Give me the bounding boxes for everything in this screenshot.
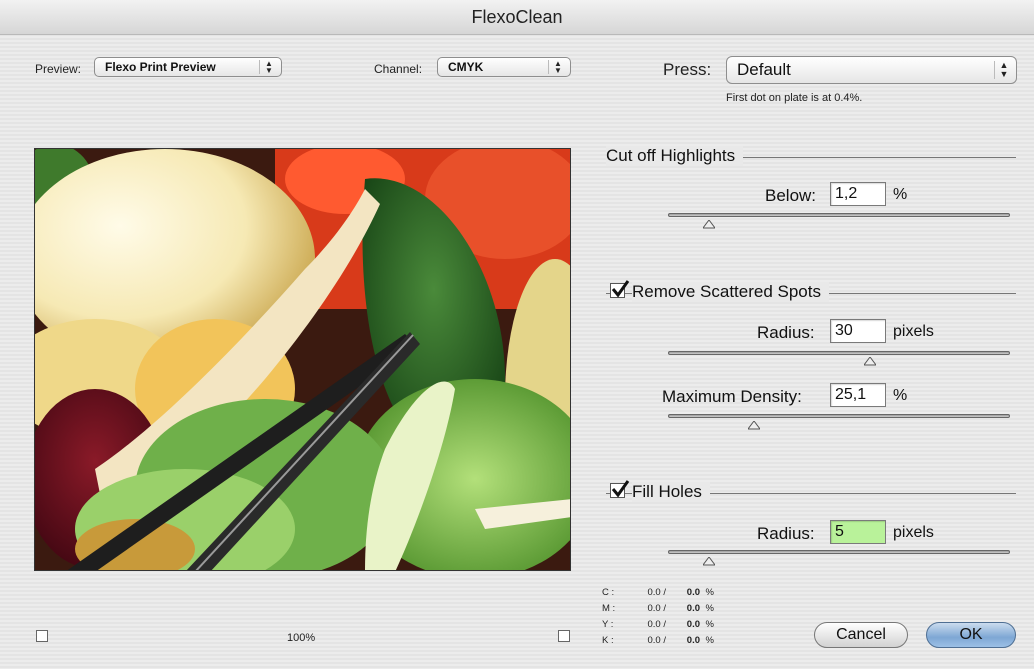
- cancel-button[interactable]: Cancel: [814, 622, 908, 648]
- window-titlebar: FlexoClean: [0, 0, 1034, 35]
- readout-channel: Y :: [602, 619, 614, 630]
- scattered-radius-unit: pixels: [893, 323, 934, 340]
- scattered-density-slider-track[interactable]: [668, 414, 1010, 418]
- scattered-radius-field[interactable]: 30: [830, 319, 886, 343]
- readout-row: M : 0.0 / 0.0%: [602, 601, 714, 617]
- scattered-radius-label: Radius:: [757, 323, 815, 342]
- readout-value1: 0.0 /: [647, 603, 667, 614]
- readout-value1: 0.0 /: [647, 587, 667, 598]
- up-down-arrows-icon: ▲ ▼: [994, 61, 1013, 79]
- scattered-checkbox[interactable]: [610, 280, 630, 298]
- channel-label: Channel:: [374, 62, 423, 76]
- press-select[interactable]: Default ▲ ▼: [726, 56, 1017, 84]
- press-select-value: Default: [737, 60, 791, 79]
- readout-value1: 0.0 /: [647, 635, 667, 646]
- readout-value2: 0.0: [686, 603, 700, 614]
- channel-select-value: CMYK: [448, 60, 484, 74]
- fillholes-radius-label: Radius:: [757, 524, 815, 543]
- ok-button[interactable]: OK: [926, 622, 1016, 648]
- scattered-heading: Remove Scattered Spots: [632, 282, 829, 302]
- readout-value2: 0.0: [686, 587, 700, 598]
- highlights-below-field[interactable]: 1,2: [830, 182, 886, 206]
- fillholes-slider-track[interactable]: [668, 550, 1010, 554]
- readout-value1: 0.0 /: [647, 619, 667, 630]
- scattered-density-unit: %: [893, 387, 908, 404]
- preview-label: Preview:: [35, 62, 82, 76]
- readout-channel: C :: [602, 587, 615, 598]
- channel-select[interactable]: CMYK ▲ ▼: [437, 57, 571, 77]
- fillholes-heading: Fill Holes: [632, 482, 710, 502]
- checkmark-icon: [611, 280, 630, 298]
- readout-value2: 0.0: [686, 635, 700, 646]
- zoom-level: 100%: [287, 632, 316, 644]
- readout-unit: %: [705, 603, 714, 614]
- readout-row: C : 0.0 / 0.0%: [602, 585, 714, 601]
- readout-row: K : 0.0 / 0.0%: [602, 633, 714, 649]
- fillholes-radius-unit: pixels: [893, 524, 934, 541]
- preview-photo: [35, 149, 570, 570]
- preview-image[interactable]: [34, 148, 571, 571]
- scattered-radius-slider-thumb[interactable]: [863, 357, 876, 366]
- highlights-slider-thumb[interactable]: [703, 220, 716, 229]
- scattered-density-field[interactable]: 25,1: [830, 383, 886, 407]
- readout-unit: %: [705, 619, 714, 630]
- readout-channel: K :: [602, 635, 614, 646]
- up-down-arrows-icon: ▲ ▼: [548, 60, 567, 75]
- checkmark-icon: [611, 480, 630, 498]
- window-title: FlexoClean: [471, 7, 563, 27]
- left-corner-checkbox[interactable]: [36, 630, 48, 642]
- highlights-slider-track[interactable]: [668, 213, 1010, 217]
- right-corner-checkbox[interactable]: [558, 630, 570, 642]
- highlights-below-label: Below:: [765, 186, 817, 205]
- readout-channel: M :: [602, 603, 616, 614]
- readout-value2: 0.0: [686, 619, 700, 630]
- readout-unit: %: [705, 587, 714, 598]
- preview-select[interactable]: Flexo Print Preview ▲ ▼: [94, 57, 282, 77]
- scattered-density-slider-thumb[interactable]: [747, 421, 760, 430]
- fillholes-checkbox[interactable]: [610, 480, 630, 498]
- readout-row: Y : 0.0 / 0.0%: [602, 617, 714, 633]
- readout-unit: %: [705, 635, 714, 646]
- scattered-radius-slider-track[interactable]: [668, 351, 1010, 355]
- press-label: Press:: [663, 60, 712, 79]
- up-down-arrows-icon: ▲ ▼: [259, 60, 278, 75]
- fillholes-radius-field[interactable]: 5: [830, 520, 886, 544]
- highlights-heading: Cut off Highlights: [606, 146, 744, 166]
- press-note: First dot on plate is at 0.4%.: [726, 92, 863, 104]
- highlights-unit: %: [893, 186, 908, 203]
- preview-select-value: Flexo Print Preview: [105, 60, 216, 74]
- scattered-density-label: Maximum Density:: [662, 387, 802, 406]
- fillholes-slider-thumb[interactable]: [703, 557, 716, 566]
- channel-readout: C : 0.0 / 0.0% M : 0.0 / 0.0% Y : 0.0 / 0.0% K : 0…: [602, 585, 714, 649]
